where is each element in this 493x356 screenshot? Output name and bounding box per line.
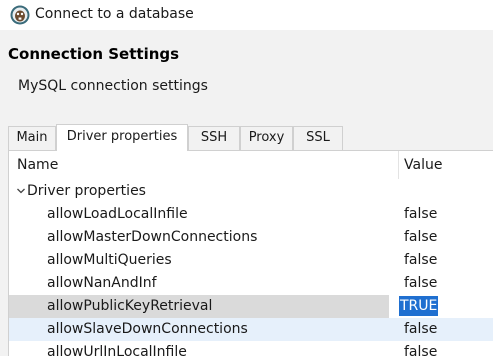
dbeaver-icon [10, 5, 30, 25]
property-value-editor[interactable]: TRUE [399, 296, 439, 316]
tab-main[interactable]: Main [8, 126, 56, 150]
property-value[interactable]: false [404, 226, 437, 249]
property-value[interactable]: false [404, 203, 437, 226]
tab-ssl[interactable]: SSL [293, 126, 343, 150]
property-name: allowUrlInLocalInfile [47, 344, 187, 356]
content-area: Main Driver properties SSH Proxy SSL Nam… [0, 110, 493, 356]
driver-properties-table: Name Value Driver properties allowLoadLo… [8, 150, 493, 356]
table-row-selected[interactable]: allowPublicKeyRetrieval [9, 295, 389, 318]
property-name: allowLoadLocalInfile [47, 206, 188, 222]
table-row[interactable]: allowUrlInLocalInfile false [9, 341, 493, 356]
property-name: allowPublicKeyRetrieval [47, 298, 213, 314]
property-name: allowNanAndInf [47, 275, 157, 291]
table-row[interactable]: allowLoadLocalInfile false [9, 203, 493, 226]
property-name: allowSlaveDownConnections [47, 321, 248, 337]
property-name: allowMasterDownConnections [47, 229, 258, 245]
property-value[interactable]: false [404, 341, 437, 356]
tab-driver-properties[interactable]: Driver properties [56, 124, 188, 151]
table-row[interactable]: allowMultiQueries false [9, 249, 493, 272]
table-row[interactable]: allowNanAndInf false [9, 272, 493, 295]
property-name: allowMultiQueries [47, 252, 172, 268]
property-value[interactable]: false [404, 272, 437, 295]
tree-group-driver-properties[interactable]: Driver properties [9, 180, 493, 203]
page-subtitle: MySQL connection settings [18, 78, 208, 94]
table-row[interactable]: allowMasterDownConnections false [9, 226, 493, 249]
window-title: Connect to a database [35, 6, 194, 22]
wizard-header: Connection Settings MySQL connection set… [0, 30, 493, 110]
property-value[interactable]: false [404, 318, 437, 341]
table-row[interactable]: allowSlaveDownConnections false [9, 318, 493, 341]
property-value[interactable]: false [404, 249, 437, 272]
tab-ssh[interactable]: SSH [188, 126, 240, 150]
group-label: Driver properties [27, 183, 146, 199]
column-header-value[interactable]: Value [404, 151, 442, 180]
tab-proxy[interactable]: Proxy [240, 126, 293, 150]
page-title: Connection Settings [8, 45, 180, 63]
title-bar: Connect to a database [0, 0, 493, 30]
chevron-down-icon[interactable] [15, 185, 27, 197]
column-divider[interactable] [398, 151, 399, 179]
tab-bar: Main Driver properties SSH Proxy SSL [8, 124, 493, 151]
column-header-name[interactable]: Name [17, 151, 58, 180]
